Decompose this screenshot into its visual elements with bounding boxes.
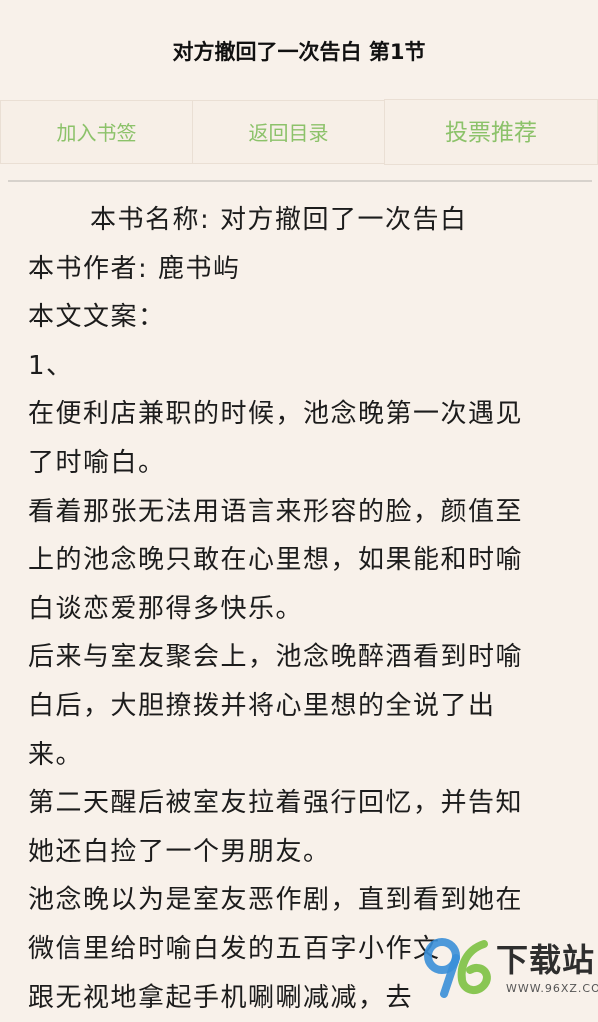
synopsis-heading: 本文文案： bbox=[28, 293, 576, 342]
back-to-toc-button[interactable]: 返回目录 bbox=[192, 100, 385, 164]
divider bbox=[8, 180, 592, 182]
content-line: 池念晚以为是室友恶作剧，直到看到她在 bbox=[28, 876, 576, 925]
content-line: 上的池念晚只敢在心里想，如果能和时喻 bbox=[28, 536, 576, 585]
content-line: 第二天醒后被室友拉着强行回忆，并告知 bbox=[28, 779, 576, 828]
content-line: 在便利店兼职的时候，池念晚第一次遇见 bbox=[28, 390, 576, 439]
content-line: 白谈恋爱那得多快乐。 bbox=[28, 585, 576, 634]
content-line: 她还白捡了一个男朋友。 bbox=[28, 828, 576, 877]
watermark-url: WWW.96XZ.COM bbox=[506, 982, 598, 995]
book-author-line: 本书作者: 鹿书屿 bbox=[28, 245, 576, 294]
book-name-line: 本书名称: 对方撤回了一次告白 bbox=[28, 196, 576, 245]
chapter-toolbar: 加入书签 返回目录 投票推荐 bbox=[0, 100, 598, 166]
content-line: 了时喻白。 bbox=[28, 439, 576, 488]
content-line: 白后，大胆撩拨并将心里想的全说了出 bbox=[28, 682, 576, 731]
watermark-brand: 下载站 bbox=[496, 940, 595, 980]
content-line: 看着那张无法用语言来形容的脸，颜值至 bbox=[28, 488, 576, 537]
content-line: 1、 bbox=[28, 342, 576, 391]
chapter-content: 本书名称: 对方撤回了一次告白 本书作者: 鹿书屿 本文文案： 1、 在便利店兼… bbox=[28, 196, 576, 1022]
vote-recommend-button[interactable]: 投票推荐 bbox=[384, 99, 598, 165]
page-title: 对方撤回了一次告白 第1节 bbox=[0, 34, 598, 70]
add-bookmark-button[interactable]: 加入书签 bbox=[0, 100, 193, 164]
content-line: 来。 bbox=[28, 731, 576, 780]
content-line: 后来与室友聚会上，池念晚醉酒看到时喻 bbox=[28, 633, 576, 682]
site-watermark: 下载站 WWW.96XZ.COM bbox=[422, 936, 598, 998]
watermark-logo-icon bbox=[422, 936, 492, 998]
